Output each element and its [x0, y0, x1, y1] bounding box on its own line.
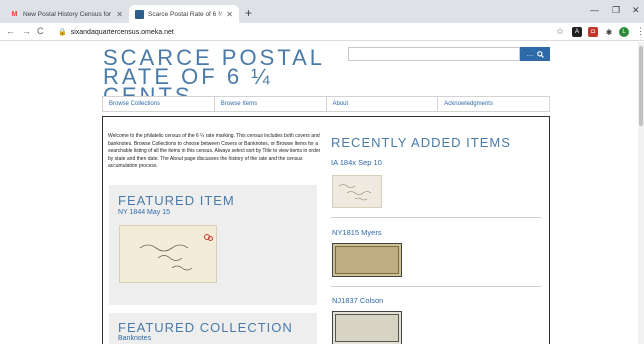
recent-item-thumbnail[interactable]	[332, 311, 402, 344]
avatar[interactable]: L	[619, 27, 629, 37]
omeka-icon	[135, 9, 144, 19]
nav-acknowledgments[interactable]: Acknowledgments	[438, 97, 549, 111]
recent-item-title[interactable]: NY1815 Myers	[332, 228, 382, 237]
main-content: Welcome to the philatelic census of the …	[102, 116, 550, 344]
pocket-icon[interactable]: ◘	[588, 27, 598, 37]
minimize-icon[interactable]: —	[590, 5, 599, 15]
new-tab-icon[interactable]: +	[245, 6, 252, 20]
tab-omeka[interactable]: Scarce Postal Rate of 6 ¼ Cents ✕	[129, 5, 239, 23]
featured-collection-heading: FEATURED COLLECTION	[118, 320, 293, 335]
web-page: SCARCE POSTAL RATE OF 6 ¼ CENTS … Browse…	[0, 42, 644, 344]
reload-icon[interactable]: C	[37, 26, 44, 36]
recent-item-thumbnail[interactable]	[332, 175, 382, 208]
intro-text: Welcome to the philatelic census of the …	[108, 133, 321, 170]
close-window-icon[interactable]: ✕	[632, 5, 640, 16]
lock-icon: 🔒	[58, 29, 67, 36]
recent-item-thumbnail[interactable]	[332, 243, 402, 277]
browser-tab-bar: M New Postal History Census for P ✕ Scar…	[0, 0, 644, 23]
browser-toolbar: ← → C 🔒 sixandaquartercensus.omeka.net ☆…	[0, 23, 644, 41]
maximize-icon[interactable]: ❐	[612, 5, 620, 16]
tab-gmail[interactable]: M New Postal History Census for P ✕	[4, 5, 129, 23]
nav-browse-items[interactable]: Browse Items	[215, 97, 327, 111]
extension-icon[interactable]: A	[572, 27, 582, 37]
featured-item-thumbnail[interactable]	[119, 225, 217, 283]
search-button[interactable]: …	[520, 47, 550, 61]
nav-browse-collections[interactable]: Browse Collections	[103, 97, 215, 111]
search-icon	[536, 50, 544, 58]
handwriting-image	[139, 244, 193, 271]
gmail-icon: M	[11, 10, 18, 18]
divider	[331, 217, 541, 218]
url-text: sixandaquartercensus.omeka.net	[70, 28, 174, 36]
bookmark-star-icon[interactable]: ☆	[556, 26, 564, 37]
nav-about[interactable]: About	[327, 97, 439, 111]
recently-added-section: RECENTLY ADDED ITEMS IA 184x Sep 10	[331, 135, 545, 167]
menu-kebab-icon[interactable]: ⋮	[636, 26, 644, 37]
banknote-image	[335, 314, 399, 342]
divider	[331, 286, 541, 287]
close-icon[interactable]: ✕	[226, 10, 233, 19]
banknote-image	[335, 246, 399, 274]
featured-collection-link[interactable]: Banknotes	[118, 335, 151, 342]
featured-item-panel: FEATURED ITEM NY 1844 May 15	[109, 185, 317, 305]
extensions-puzzle-icon[interactable]: ✱	[604, 27, 614, 37]
scrollbar[interactable]	[638, 42, 644, 344]
back-icon[interactable]: ←	[6, 26, 15, 36]
main-nav: Browse Collections Browse Items About Ac…	[102, 96, 550, 112]
featured-collection-panel: FEATURED COLLECTION Banknotes	[109, 313, 317, 344]
recent-item-title[interactable]: IA 184x Sep 10	[331, 158, 545, 167]
handwriting-image	[338, 184, 372, 201]
scrollbar-thumb[interactable]	[639, 46, 643, 126]
recent-item-title[interactable]: NJ1837 Colson	[332, 296, 383, 305]
tab-title: Scarce Postal Rate of 6 ¼ Cents	[148, 10, 223, 18]
close-icon[interactable]: ✕	[116, 10, 123, 19]
forward-icon[interactable]: →	[22, 26, 31, 36]
search-input[interactable]	[348, 47, 520, 61]
featured-item-heading: FEATURED ITEM	[118, 193, 235, 208]
featured-item-link[interactable]: NY 1844 May 15	[118, 209, 170, 216]
address-bar[interactable]: 🔒 sixandaquartercensus.omeka.net	[58, 25, 580, 39]
recently-added-heading: RECENTLY ADDED ITEMS	[331, 135, 511, 150]
tab-title: New Postal History Census for P	[23, 10, 113, 18]
